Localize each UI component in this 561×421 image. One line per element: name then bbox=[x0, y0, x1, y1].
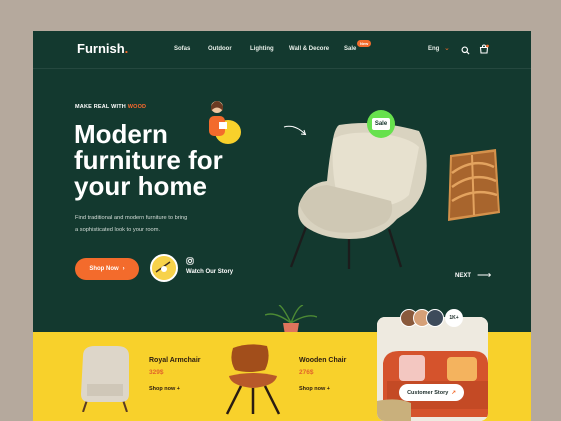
logo-dot: . bbox=[124, 41, 129, 56]
wooden-chair-image[interactable] bbox=[219, 342, 285, 416]
watch-our-story-link[interactable]: Watch Our Story bbox=[186, 269, 233, 275]
page-background: Furnish. Sofas Outdoor Lighting Wall & D… bbox=[0, 0, 561, 421]
customer-story-label: Customer Story bbox=[407, 389, 449, 396]
kicker-text: MAKE REAL WITH bbox=[75, 104, 128, 110]
product-name-wooden-chair[interactable]: Wooden Chair bbox=[299, 357, 346, 364]
product-price-wooden-chair: 276$ bbox=[299, 369, 314, 376]
chevron-right-icon: › bbox=[122, 266, 125, 272]
arrow-up-right-icon: ↗ bbox=[451, 389, 456, 396]
woman-image bbox=[197, 92, 242, 146]
headline-line-1: Modern bbox=[74, 119, 168, 149]
nav-item-outdoor[interactable]: Outdoor bbox=[208, 46, 232, 52]
shop-now-button[interactable]: Shop Now › bbox=[75, 258, 139, 280]
logo-text: Furnish bbox=[77, 41, 125, 56]
shop-now-link-royal-armchair[interactable]: Shop now + bbox=[149, 386, 180, 392]
armchair-image bbox=[269, 119, 434, 269]
chevron-down-icon[interactable]: ⌄ bbox=[444, 44, 450, 52]
product-name-royal-armchair[interactable]: Royal Armchair bbox=[149, 357, 200, 364]
description-line-2: a sophisticated look to your room. bbox=[75, 227, 161, 233]
avatar bbox=[426, 309, 444, 327]
hero-headline: Modern furniture for your home bbox=[74, 121, 274, 199]
new-badge: New bbox=[357, 40, 372, 47]
language-selector[interactable]: Eng bbox=[428, 46, 439, 52]
headline-line-3: your home bbox=[74, 171, 207, 201]
product-price-royal-armchair: 329$ bbox=[149, 369, 164, 376]
video-thumbnail[interactable] bbox=[150, 254, 178, 282]
next-button[interactable]: NEXT bbox=[455, 273, 471, 279]
wooden-shelf-image bbox=[444, 149, 502, 224]
nav-item-sofas[interactable]: Sofas bbox=[174, 46, 190, 52]
shop-now-label: Shop Now bbox=[89, 266, 119, 272]
instagram-icon[interactable] bbox=[186, 257, 194, 267]
arrow-right-icon[interactable]: ⟶ bbox=[477, 270, 491, 281]
shop-now-link-wooden-chair[interactable]: Shop now + bbox=[299, 386, 330, 392]
nav-item-lighting[interactable]: Lighting bbox=[250, 46, 274, 52]
sale-badge: Sale bbox=[367, 110, 395, 138]
hero-kicker: MAKE REAL WITH WOOD bbox=[75, 104, 146, 110]
customer-story-card[interactable] bbox=[377, 317, 488, 421]
top-nav: Furnish. Sofas Outdoor Lighting Wall & D… bbox=[33, 31, 531, 69]
nav-item-wall-decore[interactable]: Wall & Decore bbox=[289, 46, 329, 52]
cart-icon[interactable] bbox=[479, 41, 489, 59]
royal-armchair-image[interactable] bbox=[73, 344, 137, 413]
landing-page: Furnish. Sofas Outdoor Lighting Wall & D… bbox=[33, 31, 531, 421]
nav-item-sale[interactable]: Sale bbox=[344, 46, 356, 52]
sale-label: Sale bbox=[374, 121, 388, 127]
customer-count-badge: 1K+ bbox=[445, 309, 463, 327]
description-line-1: Find traditional and modern furniture to… bbox=[75, 215, 188, 221]
customer-story-button[interactable]: Customer Story ↗ bbox=[399, 384, 464, 401]
plant-image bbox=[264, 304, 318, 335]
headline-line-2: furniture for bbox=[74, 145, 223, 175]
hero-description: Find traditional and modern furniture to… bbox=[75, 212, 225, 236]
search-icon[interactable] bbox=[461, 42, 470, 60]
kicker-accent: WOOD bbox=[127, 104, 147, 110]
logo[interactable]: Furnish. bbox=[77, 41, 128, 56]
sale-label-box: Sale bbox=[372, 118, 390, 130]
